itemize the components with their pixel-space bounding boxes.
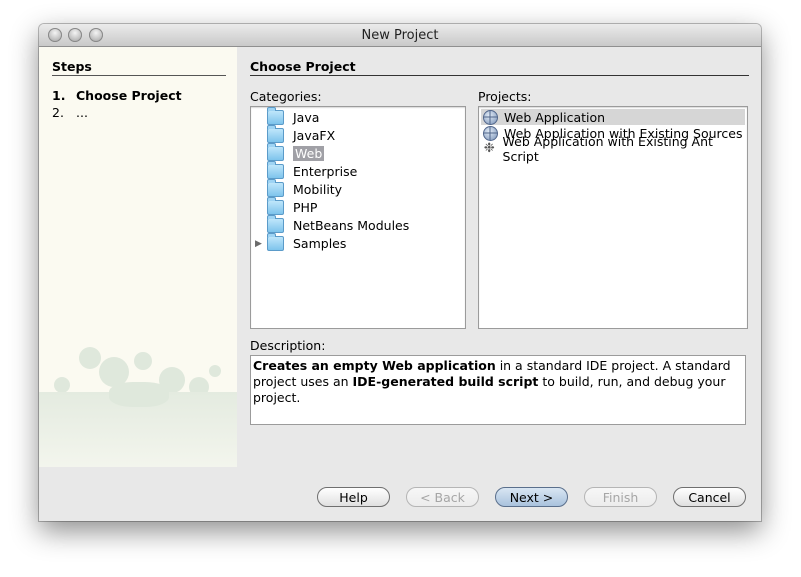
projects-list[interactable]: Web Application Web Application with Exi… bbox=[478, 106, 748, 329]
step-item-2: 2.... bbox=[52, 105, 88, 120]
step-label: ... bbox=[76, 105, 88, 120]
category-label: Samples bbox=[293, 236, 347, 251]
category-label: Web bbox=[293, 146, 325, 161]
folder-icon bbox=[267, 197, 284, 215]
step-item-1: 1. Choose Project bbox=[52, 88, 182, 103]
description-label: Description: bbox=[250, 338, 326, 353]
globe-icon bbox=[483, 109, 498, 125]
cancel-button[interactable]: Cancel bbox=[673, 487, 746, 507]
description-bold-1: Creates an empty Web application bbox=[253, 358, 496, 373]
folder-icon bbox=[267, 161, 284, 179]
expand-arrow-icon[interactable]: ▶ bbox=[255, 239, 267, 249]
choose-project-heading: Choose Project bbox=[250, 59, 749, 76]
project-label: Web Application with Existing Ant Script bbox=[502, 134, 713, 164]
title-bar[interactable]: New Project bbox=[39, 24, 761, 47]
folder-icon bbox=[267, 215, 284, 233]
category-enterprise[interactable]: Enterprise bbox=[255, 161, 358, 180]
globe-icon bbox=[483, 125, 498, 141]
category-netbeans-modules[interactable]: NetBeans Modules bbox=[255, 215, 410, 234]
category-label: PHP bbox=[293, 200, 318, 215]
step-number: 2. bbox=[52, 105, 64, 120]
project-label: Web Application bbox=[504, 109, 606, 125]
folder-icon bbox=[267, 125, 284, 143]
folder-icon bbox=[267, 107, 284, 125]
category-label: NetBeans Modules bbox=[293, 218, 410, 233]
description-box: Creates an empty Web application in a st… bbox=[250, 355, 746, 425]
category-java[interactable]: Java bbox=[255, 107, 320, 126]
folder-icon bbox=[267, 179, 284, 197]
category-label: Mobility bbox=[293, 182, 343, 197]
back-button[interactable]: < Back bbox=[406, 487, 479, 507]
description-bold-2: IDE-generated build script bbox=[352, 374, 539, 389]
step-label: Choose Project bbox=[76, 88, 182, 103]
category-javafx[interactable]: JavaFX bbox=[255, 125, 336, 144]
categories-label: Categories: bbox=[250, 89, 322, 104]
category-php[interactable]: PHP bbox=[255, 197, 318, 216]
category-samples[interactable]: ▶ Samples bbox=[255, 233, 347, 252]
folder-icon bbox=[267, 143, 284, 161]
steps-heading: Steps bbox=[52, 59, 226, 76]
category-label: Java bbox=[293, 110, 320, 125]
bug-icon: ❉ bbox=[483, 141, 495, 156]
categories-tree[interactable]: Java JavaFX Web Enterprise Mobility PHP bbox=[250, 106, 466, 329]
folder-icon bbox=[267, 233, 284, 251]
window-title: New Project bbox=[361, 28, 439, 43]
category-label: Enterprise bbox=[293, 164, 358, 179]
step-number: 1. bbox=[52, 88, 66, 103]
project-web-app-existing-ant-script[interactable]: ❉ Web Application with Existing Ant Scri… bbox=[481, 134, 745, 164]
project-web-application[interactable]: Web Application bbox=[481, 109, 745, 125]
help-button[interactable]: Help bbox=[317, 487, 390, 507]
category-label: JavaFX bbox=[293, 128, 336, 143]
finish-button[interactable]: Finish bbox=[584, 487, 657, 507]
steps-panel: Steps 1. Choose Project 2.... bbox=[39, 47, 237, 467]
new-project-dialog: New Project Steps 1. Choose Project 2....… bbox=[39, 24, 761, 521]
projects-label: Projects: bbox=[478, 89, 532, 104]
category-mobility[interactable]: Mobility bbox=[255, 179, 343, 198]
next-button[interactable]: Next > bbox=[495, 487, 568, 507]
category-web[interactable]: Web bbox=[255, 143, 325, 162]
